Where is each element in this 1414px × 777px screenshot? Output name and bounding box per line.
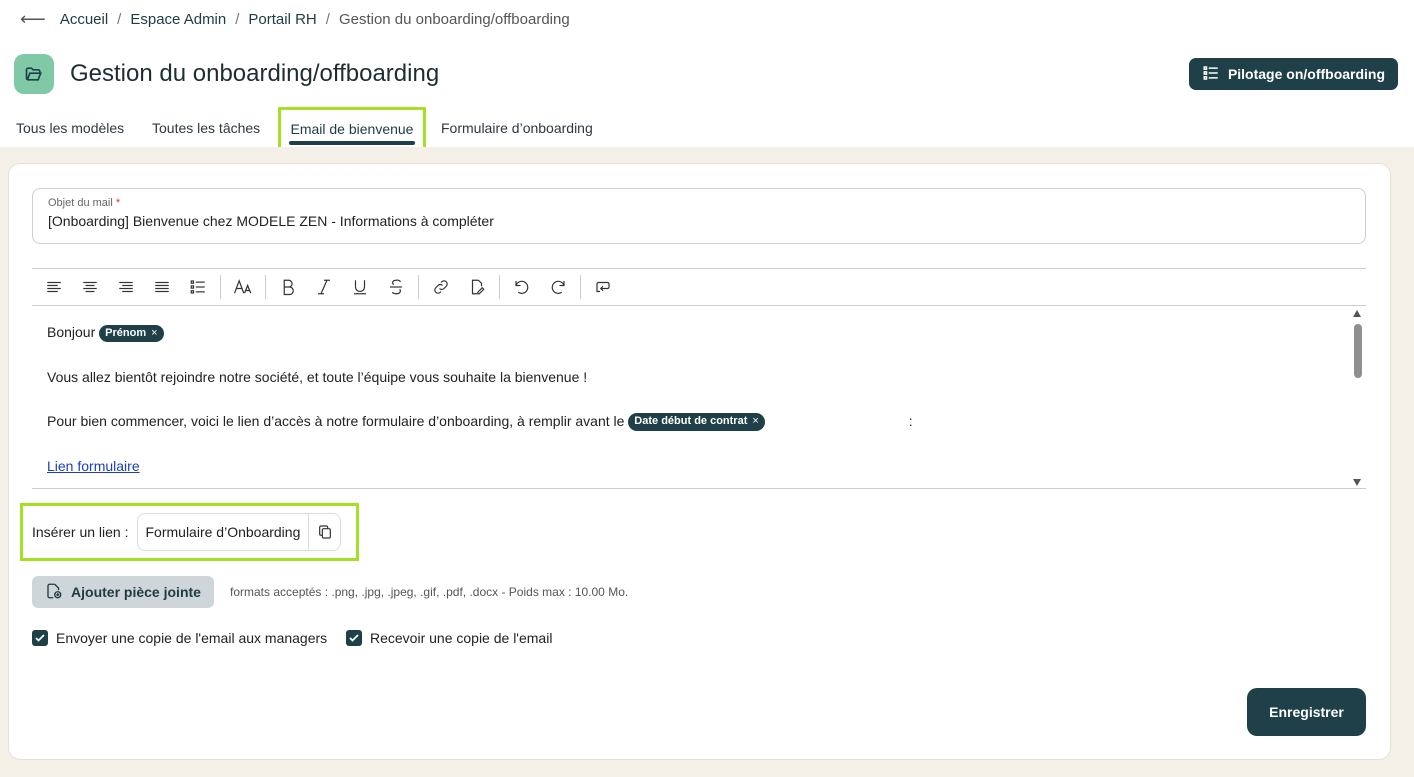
active-tab-indicator	[289, 141, 415, 145]
editor-scrollbar[interactable]	[1352, 310, 1362, 486]
copy-icon[interactable]	[308, 513, 340, 551]
breadcrumb-separator: /	[235, 11, 240, 28]
breadcrumb: ⟵ Accueil / Espace Admin / Portail RH / …	[20, 9, 570, 30]
save-button[interactable]: Enregistrer	[1247, 688, 1366, 736]
variable-chip-prenom[interactable]: Prénom ×	[99, 324, 164, 342]
insert-link-row: Insérer un lien : Formulaire d’Onboardin…	[20, 503, 359, 561]
folder-open-icon	[14, 54, 54, 94]
breadcrumb-accueil[interactable]: Accueil	[60, 11, 108, 28]
toolbar-divider	[265, 275, 266, 299]
receive-copy-checkbox[interactable]: Recevoir une copie de l'email	[346, 630, 552, 646]
chip-remove-icon[interactable]: ×	[752, 415, 758, 427]
tab-toutes-les-taches[interactable]: Toutes les tâches	[152, 107, 272, 136]
insert-variable-icon[interactable]	[585, 269, 621, 305]
align-justify-icon[interactable]	[144, 269, 180, 305]
breadcrumb-separator: /	[117, 11, 122, 28]
align-center-icon[interactable]	[72, 269, 108, 305]
breadcrumb-current: Gestion du onboarding/offboarding	[338, 11, 570, 28]
checkbox-checked-icon[interactable]	[346, 630, 362, 646]
paragraph-text: Pour bien commencer, voici le lien d’acc…	[47, 412, 625, 429]
pilotage-button[interactable]: Pilotage on/offboarding	[1189, 58, 1398, 90]
checkbox-checked-icon[interactable]	[32, 630, 48, 646]
bold-icon[interactable]	[270, 269, 306, 305]
align-left-icon[interactable]	[36, 269, 72, 305]
breadcrumb-separator: /	[325, 11, 330, 28]
add-attachment-label: Ajouter pièce jointe	[71, 584, 201, 600]
accepted-formats-text: formats acceptés : .png, .jpg, .jpeg, .g…	[230, 585, 629, 599]
undo-icon[interactable]	[504, 269, 540, 305]
editor-paragraph: Pour bien commencer, voici le lien d’acc…	[47, 413, 1351, 431]
editor-toolbar	[32, 268, 1366, 306]
tab-label: Email de bienvenue	[290, 121, 414, 137]
redo-icon[interactable]	[540, 269, 576, 305]
underline-icon[interactable]	[342, 269, 378, 305]
strikethrough-icon[interactable]	[378, 269, 414, 305]
edit-source-icon[interactable]	[459, 269, 495, 305]
email-body-editor[interactable]: Bonjour Prénom × Vous allez bientôt rejoi…	[32, 306, 1366, 489]
editor-paragraph: Lien formulaire	[47, 458, 1351, 475]
pilotage-button-label: Pilotage on/offboarding	[1227, 66, 1386, 82]
checkbox-label: Envoyer une copie de l'email aux manager…	[56, 630, 328, 646]
insert-link-value[interactable]: Formulaire d’Onboarding	[138, 524, 309, 540]
list-icon	[1202, 64, 1220, 85]
font-size-icon[interactable]	[225, 269, 261, 305]
variable-chip-date-debut[interactable]: Date début de contrat ×	[628, 413, 765, 431]
editor-paragraph: Bonjour Prénom ×	[47, 324, 1351, 342]
toolbar-divider	[220, 275, 221, 299]
insert-link-label: Insérer un lien :	[32, 524, 129, 540]
subject-label: Objet du mail *	[48, 197, 121, 209]
form-link[interactable]: Lien formulaire	[47, 458, 140, 474]
arrow-left-icon[interactable]: ⟵	[20, 9, 46, 30]
toolbar-divider	[499, 275, 500, 299]
bullet-list-icon[interactable]	[180, 269, 216, 305]
toolbar-divider	[418, 275, 419, 299]
attach-file-icon	[45, 582, 63, 603]
tab-tous-les-modeles[interactable]: Tous les modèles	[16, 107, 136, 136]
tab-formulaire-onboarding[interactable]: Formulaire d’onboarding	[441, 107, 611, 136]
scroll-down-arrow[interactable]	[1353, 479, 1361, 486]
chip-remove-icon[interactable]: ×	[151, 327, 157, 339]
insert-link-select[interactable]: Formulaire d’Onboarding	[136, 513, 342, 551]
paragraph-text-end: :	[908, 412, 913, 429]
editor-paragraph: Vous allez bientôt rejoindre notre socié…	[47, 368, 588, 385]
greeting-text: Bonjour	[47, 324, 96, 340]
breadcrumb-espace-admin[interactable]: Espace Admin	[130, 11, 226, 28]
subject-value[interactable]: [Onboarding] Bienvenue chez MODELE ZEN -…	[48, 213, 1350, 229]
align-right-icon[interactable]	[108, 269, 144, 305]
scroll-up-arrow[interactable]	[1353, 310, 1361, 317]
checkbox-label: Recevoir une copie de l'email	[370, 630, 553, 646]
page-title: Gestion du onboarding/offboarding	[70, 60, 440, 87]
copy-managers-checkbox[interactable]: Envoyer une copie de l'email aux manager…	[32, 630, 327, 646]
scroll-thumb[interactable]	[1354, 324, 1362, 378]
breadcrumb-portail-rh[interactable]: Portail RH	[248, 11, 316, 28]
italic-icon[interactable]	[306, 269, 342, 305]
toolbar-divider	[580, 275, 581, 299]
subject-field[interactable]: Objet du mail * [Onboarding] Bienvenue c…	[32, 188, 1366, 244]
add-attachment-button[interactable]: Ajouter pièce jointe	[32, 576, 214, 608]
link-icon[interactable]	[423, 269, 459, 305]
